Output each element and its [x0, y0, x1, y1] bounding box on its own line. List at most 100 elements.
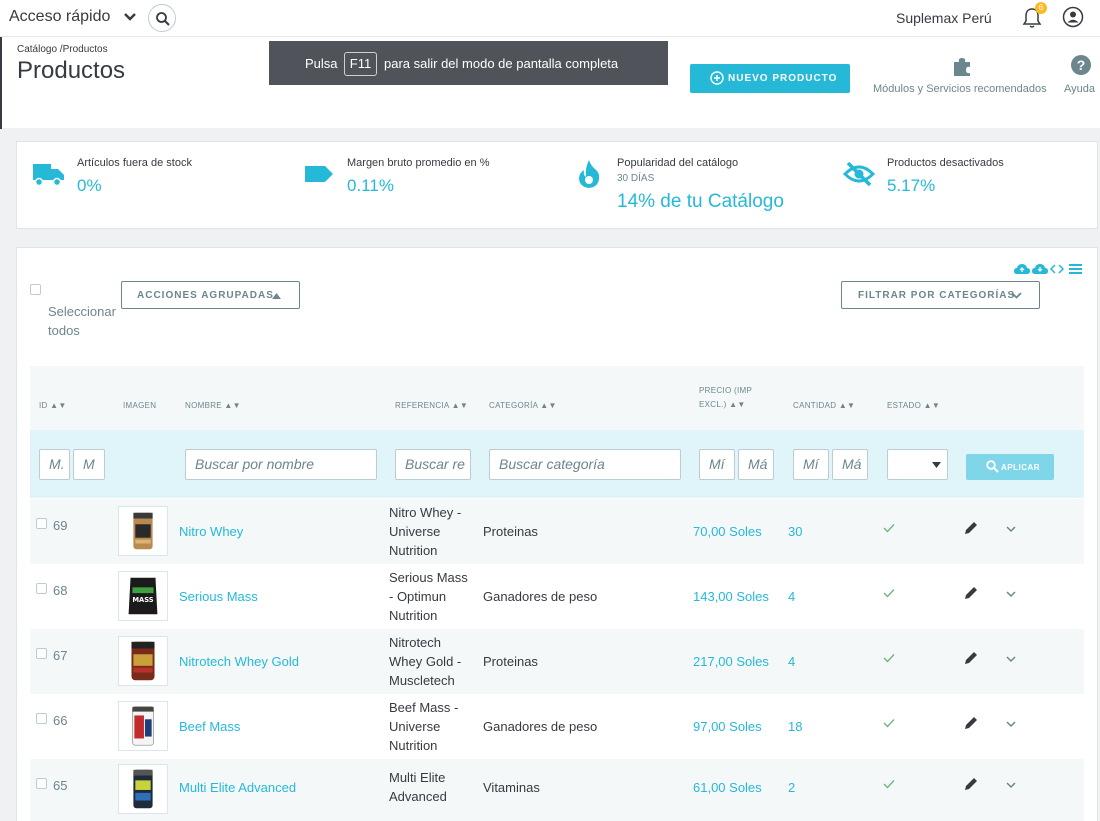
pencil-icon[interactable] [964, 651, 978, 665]
check-icon[interactable] [883, 718, 895, 728]
new-product-button[interactable]: NUEVO PRODUCTO [690, 64, 850, 93]
menu-icon[interactable] [1069, 264, 1082, 274]
product-price[interactable]: 70,00 Soles [693, 524, 762, 539]
check-icon[interactable] [883, 779, 895, 789]
sidebar-edge [0, 37, 2, 129]
product-quantity[interactable]: 4 [788, 654, 795, 669]
table-row[interactable]: 67 Nitrotech Whey Gold Nitrotech Whey Go… [30, 629, 1084, 694]
kpi-label: Artículos fuera de stock [77, 157, 192, 169]
kpi-catalog-popularity[interactable]: Popularidad del catálogo 30 DÍAS 14% de … [573, 142, 823, 230]
check-icon[interactable] [883, 588, 895, 598]
product-reference: Beef Mass - Universe Nutrition [389, 698, 477, 755]
row-checkbox[interactable] [36, 583, 47, 594]
table-row[interactable]: 69 Nitro Whey Nitro Whey - Universe Nutr… [30, 499, 1084, 564]
table-row[interactable]: 65 Multi Elite Advanced Multi Elite Adva… [30, 759, 1084, 821]
chevron-down-icon[interactable] [1006, 781, 1016, 789]
reference-filter-input[interactable]: Buscar re [395, 449, 471, 480]
price-max-input[interactable]: Má [738, 449, 774, 480]
search-button[interactable] [148, 4, 176, 32]
chevron-down-icon[interactable] [1006, 525, 1016, 533]
product-quantity[interactable]: 30 [788, 524, 802, 539]
id-max-input[interactable]: M [73, 449, 105, 480]
product-reference: Nitro Whey - Universe Nutrition [389, 503, 477, 560]
pencil-icon[interactable] [964, 521, 978, 535]
column-quantity[interactable]: CANTIDAD ▲▼ [793, 401, 855, 410]
product-name-link[interactable]: Nitrotech Whey Gold [179, 654, 299, 669]
pencil-icon[interactable] [964, 586, 978, 600]
fire-icon [579, 160, 600, 188]
check-icon[interactable] [883, 523, 895, 533]
column-id[interactable]: ID ▲▼ [39, 401, 67, 410]
help-link[interactable]: ? Ayuda [1064, 55, 1100, 100]
table-row[interactable]: 68 MASS Serious Mass Serious Mass - Opti… [30, 564, 1084, 629]
cloud-download-icon[interactable] [1032, 264, 1048, 274]
select-all-checkbox[interactable] [30, 284, 41, 295]
product-name-link[interactable]: Multi Elite Advanced [179, 780, 296, 795]
reference-line: Beef Mass - [389, 700, 459, 715]
name-filter-input[interactable]: Buscar por nombre [185, 449, 377, 480]
pencil-icon[interactable] [964, 777, 978, 791]
check-icon[interactable] [883, 653, 895, 663]
category-filter-input[interactable]: Buscar categoría [489, 449, 681, 480]
kpi-disabled-products[interactable]: Productos desactivados 5.17% [843, 142, 1083, 230]
apply-filters-button[interactable]: APLICAR [966, 454, 1054, 480]
price-min-input[interactable]: Mí [699, 449, 735, 480]
product-price[interactable]: 217,00 Soles [693, 654, 769, 669]
chevron-down-icon[interactable] [1006, 590, 1016, 598]
product-thumbnail[interactable]: MASS [118, 571, 168, 621]
chevron-down-icon[interactable] [1006, 720, 1016, 728]
id-min-input[interactable]: M. [39, 449, 70, 480]
product-thumbnail[interactable] [118, 506, 168, 556]
modules-services-link[interactable]: Módulos y Servicios recomendados [873, 55, 1053, 100]
kpi-label: Popularidad del catálogo [617, 157, 739, 169]
chevron-down-icon[interactable] [123, 10, 137, 24]
product-thumbnail[interactable] [118, 701, 168, 751]
pencil-icon[interactable] [964, 716, 978, 730]
column-price-line2[interactable]: EXCL.) ▲▼ [699, 400, 746, 409]
product-quantity[interactable]: 4 [788, 589, 795, 604]
user-icon[interactable] [1062, 6, 1084, 28]
product-price[interactable]: 97,00 Soles [693, 719, 762, 734]
cloud-upload-icon[interactable] [1014, 264, 1030, 274]
column-status[interactable]: ESTADO ▲▼ [887, 401, 940, 410]
column-price-line1[interactable]: PRECIO (IMP [699, 386, 752, 395]
product-quantity[interactable]: 2 [788, 780, 795, 795]
product-thumbnail[interactable] [118, 636, 168, 686]
reference-line: Advanced [389, 789, 447, 804]
row-checkbox[interactable] [36, 778, 47, 789]
qty-min-input[interactable]: Mí [793, 449, 829, 480]
product-price[interactable]: 61,00 Soles [693, 780, 762, 795]
filter-by-category-button[interactable]: FILTRAR POR CATEGORÍAS [841, 281, 1040, 309]
add-circle-icon [710, 71, 724, 85]
quick-access-menu[interactable]: Acceso rápido [9, 8, 110, 26]
column-name[interactable]: NOMBRE ▲▼ [185, 401, 241, 410]
product-name-link[interactable]: Nitro Whey [179, 524, 243, 539]
kpi-gross-margin[interactable]: Margen bruto promedio en % 0.11% [303, 142, 553, 230]
column-category[interactable]: CATEGORÍA ▲▼ [489, 401, 557, 410]
status-filter-select[interactable] [887, 449, 948, 480]
row-checkbox[interactable] [36, 648, 47, 659]
row-checkbox[interactable] [36, 713, 47, 724]
reference-line: Serious Mass [389, 570, 468, 585]
kpi-out-of-stock[interactable]: Artículos fuera de stock 0% [33, 142, 283, 230]
code-icon[interactable] [1049, 264, 1065, 274]
reference-line: Universe [389, 524, 441, 539]
table-row[interactable]: 66 Beef Mass Beef Mass - Universe Nutrit… [30, 694, 1084, 759]
chevron-down-icon[interactable] [1006, 655, 1016, 663]
breadcrumb[interactable]: Catálogo /Productos [17, 44, 108, 55]
product-quantity[interactable]: 18 [788, 719, 802, 734]
qty-max-input[interactable]: Má [832, 449, 868, 480]
product-name-link[interactable]: Serious Mass [179, 589, 258, 604]
row-checkbox[interactable] [36, 518, 47, 529]
product-price[interactable]: 143,00 Soles [693, 589, 769, 604]
product-id: 69 [53, 518, 68, 533]
select-all-label[interactable]: Seleccionar todos [48, 302, 128, 340]
product-name-link[interactable]: Beef Mass [179, 719, 240, 734]
column-reference[interactable]: REFERENCIA ▲▼ [395, 401, 468, 410]
shop-name-link[interactable]: Suplemax Perú [896, 10, 992, 26]
reference-line: Nitro Whey - [389, 505, 462, 520]
product-thumbnail[interactable] [118, 764, 168, 814]
bulk-actions-button[interactable]: ACCIONES AGRUPADAS [121, 281, 300, 309]
kpi-label: Productos desactivados [887, 157, 1004, 169]
kpi-strip: Artículos fuera de stock 0% Margen bruto… [16, 141, 1098, 229]
